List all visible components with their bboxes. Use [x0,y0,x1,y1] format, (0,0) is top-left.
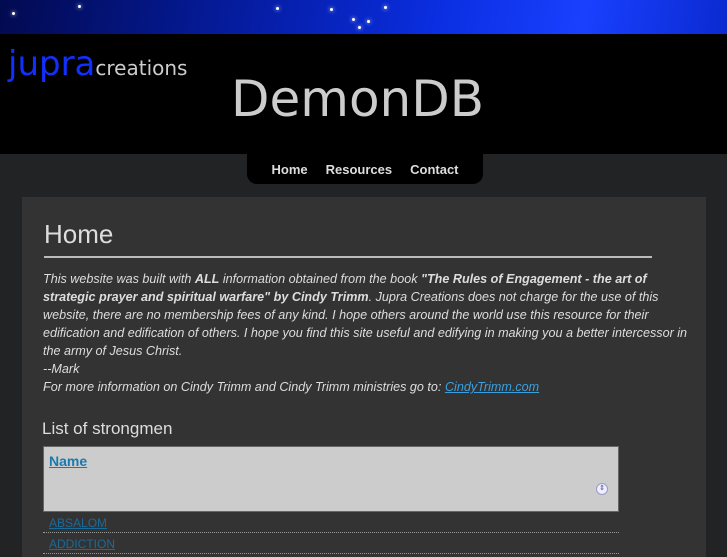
intro-text: This website was built with ALL informat… [43,270,688,396]
site-title: DemonDB [231,70,485,128]
page-title: Home [44,219,652,258]
site-header: jupracreations DemonDB [0,34,727,154]
strongmen-table: Name ⇕ ABSALOM ADDICTION [43,446,619,554]
intro-part: information obtained from the book [219,272,421,286]
signature: --Mark [43,362,80,376]
logo-sub: creations [95,56,188,80]
list-heading: List of strongmen [42,419,173,438]
strongman-link[interactable]: ABSALOM [49,516,107,530]
strongman-link[interactable]: ADDICTION [49,537,115,551]
nav-contact[interactable]: Contact [410,162,458,177]
header-banner [0,0,727,34]
table-header: Name ⇕ [43,446,619,512]
table-row: ADDICTION [43,533,619,554]
sort-icon[interactable]: ⇕ [596,483,608,495]
nav-home[interactable]: Home [272,162,308,177]
content-panel: Home This website was built with ALL inf… [22,197,706,557]
intro-bold: ALL [194,272,220,286]
main-nav: Home Resources Contact [247,154,483,184]
table-row: ABSALOM [43,512,619,533]
logo-main: jupra [8,44,96,84]
nav-resources[interactable]: Resources [326,162,392,177]
name-column-sort[interactable]: Name [49,453,87,469]
cindytrimm-link[interactable]: CindyTrimm.com [445,380,539,394]
intro-part: This website was built with [43,272,195,286]
logo[interactable]: jupracreations [8,44,187,84]
more-info: For more information on Cindy Trimm and … [43,380,445,394]
